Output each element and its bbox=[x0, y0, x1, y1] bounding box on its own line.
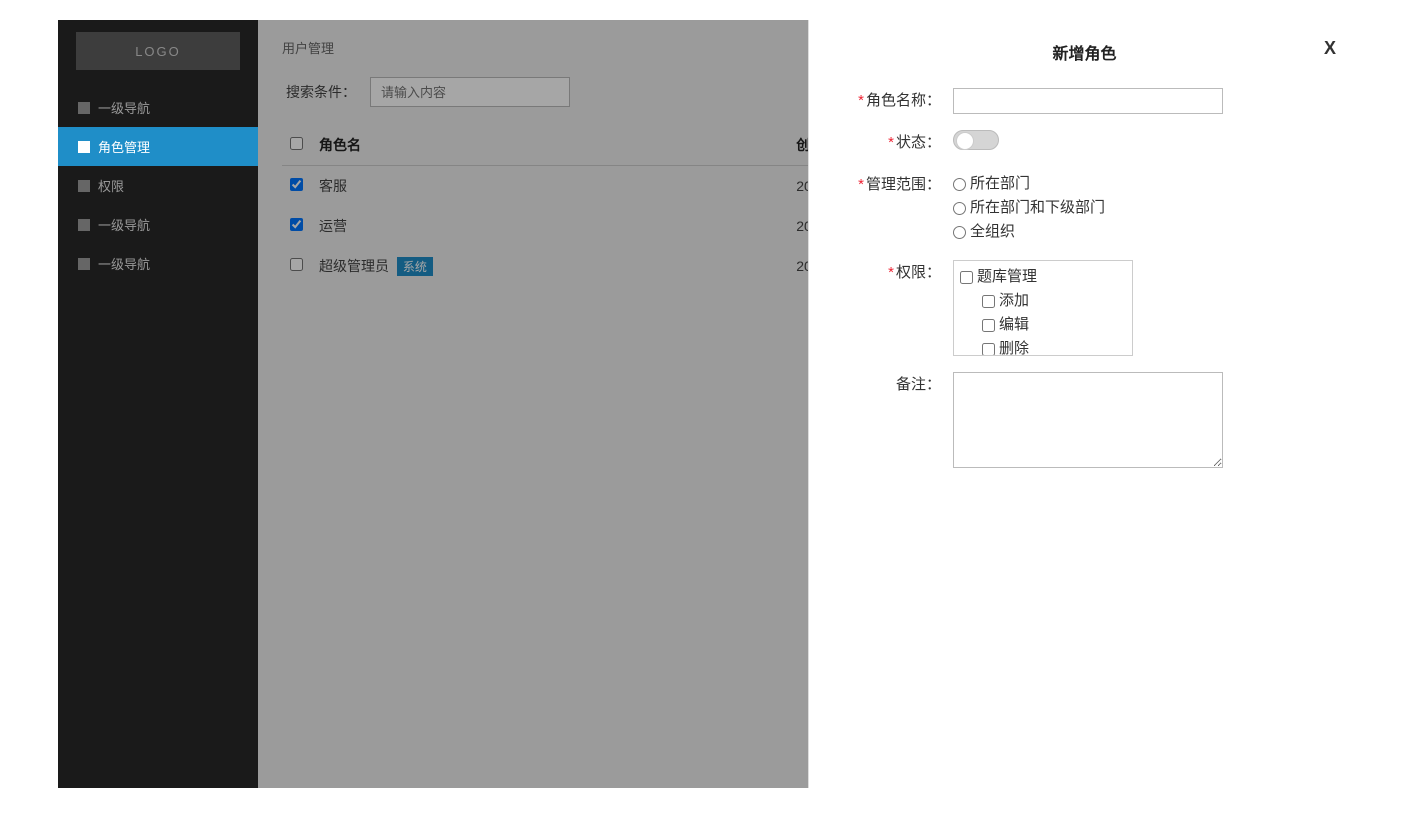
scope-option-0[interactable]: 所在部门 bbox=[953, 172, 1330, 196]
perm-checkbox[interactable] bbox=[960, 271, 973, 284]
perm-label: 删除 bbox=[999, 337, 1029, 356]
perm-label: 编辑 bbox=[999, 313, 1029, 337]
row-note: 备注： bbox=[839, 372, 1330, 471]
header-checkbox-cell bbox=[282, 125, 311, 166]
sidebar-item-label: 一级导航 bbox=[98, 215, 150, 234]
logo: LOGO bbox=[76, 32, 240, 70]
sidebar-nav: 一级导航 角色管理 权限 一级导航 一级导航 bbox=[58, 88, 258, 283]
sidebar-item-label: 一级导航 bbox=[98, 98, 150, 117]
radio-label: 全组织 bbox=[970, 220, 1015, 244]
required-mark: * bbox=[888, 134, 894, 151]
perm-label: 添加 bbox=[999, 289, 1029, 313]
scope-option-1[interactable]: 所在部门和下级部门 bbox=[953, 196, 1330, 220]
radio-input[interactable] bbox=[953, 202, 966, 215]
sidebar-item-0[interactable]: 一级导航 bbox=[58, 88, 258, 127]
drawer-title: 新增角色 bbox=[839, 40, 1330, 64]
sidebar-item-label: 一级导航 bbox=[98, 254, 150, 273]
perm-checkbox[interactable] bbox=[982, 319, 995, 332]
label-scope: 管理范围： bbox=[866, 176, 941, 193]
close-button[interactable]: X bbox=[1324, 38, 1336, 59]
role-name: 客服 bbox=[319, 178, 347, 194]
required-mark: * bbox=[858, 176, 864, 193]
select-all-checkbox[interactable] bbox=[290, 137, 303, 150]
row-permission: *权限： 题库管理 添加 编辑 删除 bbox=[839, 260, 1330, 356]
status-toggle[interactable] bbox=[953, 130, 999, 150]
radio-input[interactable] bbox=[953, 226, 966, 239]
app-root: LOGO 一级导航 角色管理 权限 一级导航 一级导航 用户管理 搜索条件： 角… bbox=[58, 20, 1360, 788]
role-name-input[interactable] bbox=[953, 88, 1223, 114]
square-icon bbox=[78, 219, 90, 231]
sidebar: LOGO 一级导航 角色管理 权限 一级导航 一级导航 bbox=[58, 20, 258, 788]
required-mark: * bbox=[858, 92, 864, 109]
sidebar-item-3[interactable]: 一级导航 bbox=[58, 205, 258, 244]
role-name: 运营 bbox=[319, 218, 347, 234]
sidebar-item-roles[interactable]: 角色管理 bbox=[58, 127, 258, 166]
row-role-name: *角色名称： bbox=[839, 88, 1330, 114]
perm-child-1[interactable]: 编辑 bbox=[960, 313, 1126, 337]
perm-label: 题库管理 bbox=[977, 265, 1037, 289]
scope-radio-group: 所在部门 所在部门和下级部门 全组织 bbox=[949, 172, 1330, 244]
square-icon bbox=[78, 141, 90, 153]
row-checkbox[interactable] bbox=[290, 178, 303, 191]
required-mark: * bbox=[888, 264, 894, 281]
row-checkbox[interactable] bbox=[290, 218, 303, 231]
label-note: 备注： bbox=[896, 376, 941, 393]
label-permission: 权限： bbox=[896, 264, 941, 281]
perm-checkbox[interactable] bbox=[982, 295, 995, 308]
sidebar-item-label: 角色管理 bbox=[98, 137, 150, 156]
square-icon bbox=[78, 258, 90, 270]
perm-checkbox[interactable] bbox=[982, 343, 995, 356]
square-icon bbox=[78, 180, 90, 192]
note-textarea[interactable] bbox=[953, 372, 1223, 468]
system-badge: 系统 bbox=[397, 257, 433, 276]
search-label: 搜索条件： bbox=[286, 82, 356, 102]
add-role-drawer: 新增角色 X *角色名称： *状态： *管理范围： 所在部门 所在部门和下级部门… bbox=[808, 20, 1360, 788]
perm-child-0[interactable]: 添加 bbox=[960, 289, 1126, 313]
perm-root[interactable]: 题库管理 bbox=[960, 265, 1126, 289]
row-status: *状态： bbox=[839, 130, 1330, 156]
sidebar-item-label: 权限 bbox=[98, 176, 124, 195]
row-scope: *管理范围： 所在部门 所在部门和下级部门 全组织 bbox=[839, 172, 1330, 244]
radio-label: 所在部门 bbox=[970, 172, 1030, 196]
radio-label: 所在部门和下级部门 bbox=[970, 196, 1105, 220]
sidebar-item-4[interactable]: 一级导航 bbox=[58, 244, 258, 283]
row-checkbox[interactable] bbox=[290, 258, 303, 271]
permission-tree[interactable]: 题库管理 添加 编辑 删除 bbox=[953, 260, 1133, 356]
radio-input[interactable] bbox=[953, 178, 966, 191]
label-status: 状态： bbox=[896, 134, 941, 151]
role-name: 超级管理员 bbox=[319, 258, 389, 274]
scope-option-2[interactable]: 全组织 bbox=[953, 220, 1330, 244]
square-icon bbox=[78, 102, 90, 114]
perm-child-2[interactable]: 删除 bbox=[960, 337, 1126, 356]
search-input[interactable] bbox=[370, 77, 570, 107]
col-role-name: 角色名 bbox=[311, 125, 788, 166]
sidebar-item-2[interactable]: 权限 bbox=[58, 166, 258, 205]
label-role-name: 角色名称： bbox=[866, 92, 941, 109]
